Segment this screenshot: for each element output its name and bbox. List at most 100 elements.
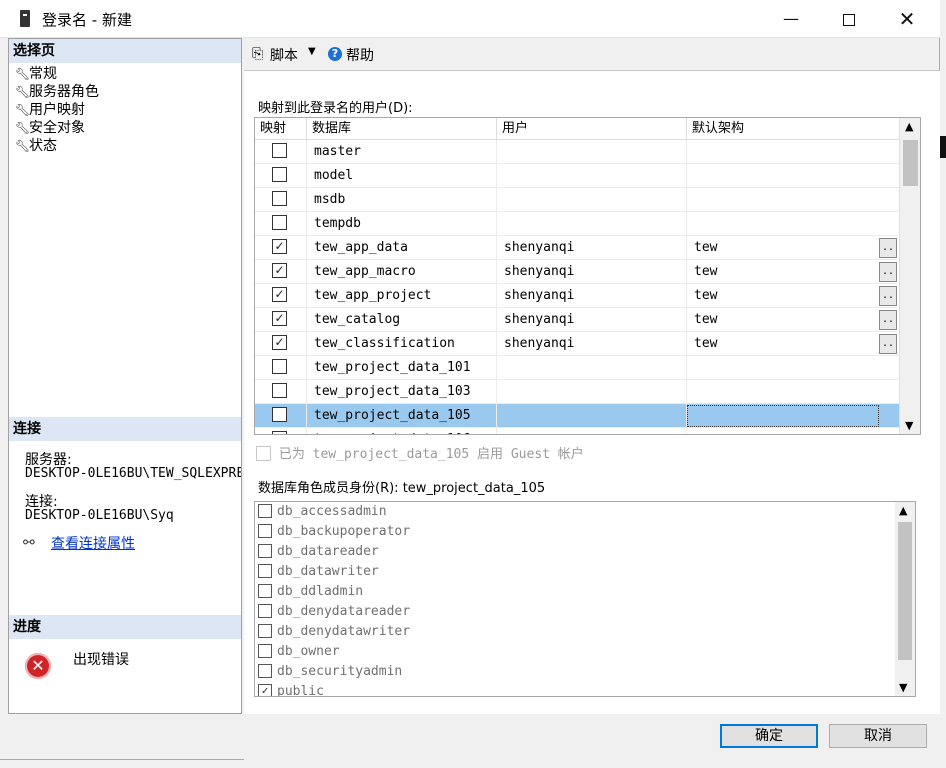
page-item-securables[interactable]: 🔧︎安全对象 — [15, 119, 85, 137]
ok-button[interactable]: 确定 — [720, 724, 818, 748]
table-row[interactable]: msdb — [255, 188, 899, 212]
column-header-schema[interactable]: 默认架构 — [687, 118, 899, 140]
user-cell[interactable] — [497, 428, 687, 434]
map-checkbox[interactable]: ✓ — [272, 311, 287, 326]
scroll-up-icon[interactable]: ▲ — [899, 504, 907, 517]
page-item-status[interactable]: 🔧︎状态 — [15, 137, 57, 155]
page-item-server-roles[interactable]: 🔧︎服务器角色 — [15, 83, 99, 101]
role-checkbox[interactable] — [258, 503, 272, 518]
list-item[interactable]: db_datawriter — [258, 562, 379, 582]
list-item[interactable]: db_securityadmin — [258, 662, 402, 682]
schema-browse-button[interactable]: .. — [879, 238, 897, 258]
role-checkbox[interactable] — [258, 663, 272, 678]
column-header-map[interactable]: 映射 — [255, 118, 307, 140]
maximize-button[interactable] — [820, 0, 878, 38]
table-row[interactable]: tew_project_data_103 — [255, 380, 899, 404]
map-checkbox[interactable] — [272, 191, 287, 206]
schema-browse-button[interactable]: .. — [879, 310, 897, 330]
role-checkbox[interactable] — [258, 543, 272, 558]
table-row-selected[interactable]: tew_project_data_105 — [255, 404, 899, 428]
view-connection-properties-link[interactable]: 查看连接属性 — [51, 533, 135, 553]
schema-browse-button[interactable]: .. — [879, 262, 897, 282]
table-row[interactable]: ✓ tew_app_data shenyanqi tew.. — [255, 236, 899, 260]
role-checkbox[interactable] — [258, 603, 272, 618]
user-cell[interactable] — [497, 188, 687, 212]
schema-browse-button[interactable]: .. — [879, 334, 897, 354]
scroll-down-icon[interactable]: ▼ — [899, 681, 907, 694]
map-checkbox[interactable] — [272, 167, 287, 182]
scroll-thumb[interactable] — [903, 140, 918, 186]
title-bar[interactable]: 登录名 - 新建 — ✕ — [0, 0, 940, 38]
list-item[interactable]: db_owner — [258, 642, 340, 662]
user-cell[interactable]: shenyanqi — [497, 260, 687, 284]
map-checkbox[interactable]: ✓ — [272, 263, 287, 278]
script-dropdown-arrow-icon[interactable]: ▼ — [308, 46, 316, 57]
user-cell[interactable]: shenyanqi — [497, 236, 687, 260]
schema-cell[interactable] — [687, 188, 899, 212]
cancel-button[interactable]: 取消 — [829, 724, 927, 748]
scroll-thumb[interactable] — [898, 522, 912, 660]
user-cell[interactable] — [497, 164, 687, 188]
schema-cell[interactable]: tew.. — [687, 308, 899, 332]
role-membership-list[interactable]: db_accessadmin db_backupoperator db_data… — [254, 501, 916, 697]
map-checkbox[interactable] — [272, 143, 287, 158]
user-cell[interactable] — [497, 212, 687, 236]
table-row[interactable]: ✓ tew_classification shenyanqi tew.. — [255, 332, 899, 356]
schema-cell[interactable]: tew.. — [687, 284, 899, 308]
user-cell[interactable] — [497, 356, 687, 380]
role-checkbox[interactable] — [258, 583, 272, 598]
role-checkbox[interactable] — [258, 623, 272, 638]
schema-cell[interactable]: tew.. — [687, 236, 899, 260]
page-item-user-mapping[interactable]: 🔧︎用户映射 — [15, 101, 85, 119]
user-cell[interactable] — [497, 140, 687, 164]
user-cell[interactable] — [497, 404, 687, 428]
map-checkbox[interactable]: ✓ — [272, 335, 287, 350]
table-row[interactable]: ✓ tew_app_project shenyanqi tew.. — [255, 284, 899, 308]
table-row[interactable]: tew_project_data_106 — [255, 428, 899, 434]
map-checkbox[interactable]: ✓ — [272, 287, 287, 302]
table-row[interactable]: tew_project_data_101 — [255, 356, 899, 380]
map-checkbox[interactable] — [272, 359, 287, 374]
role-checkbox[interactable] — [258, 523, 272, 538]
map-checkbox[interactable] — [272, 215, 287, 230]
map-checkbox[interactable] — [272, 383, 287, 398]
role-checkbox[interactable] — [258, 563, 272, 578]
list-item[interactable]: db_accessadmin — [258, 502, 387, 522]
script-button[interactable]: 脚本 — [270, 45, 298, 65]
user-cell[interactable]: shenyanqi — [497, 284, 687, 308]
schema-cell[interactable]: tew.. — [687, 332, 899, 356]
schema-cell[interactable]: tew.. — [687, 260, 899, 284]
schema-cell[interactable] — [687, 428, 899, 434]
column-header-database[interactable]: 数据库 — [307, 118, 497, 140]
schema-cell[interactable] — [687, 212, 899, 236]
table-row[interactable]: ✓ tew_catalog shenyanqi tew.. — [255, 308, 899, 332]
scroll-up-icon[interactable]: ▲ — [905, 120, 913, 133]
schema-cell[interactable] — [687, 356, 899, 380]
roles-scrollbar[interactable]: ▲ ▼ — [895, 502, 915, 696]
list-item[interactable]: db_denydatareader — [258, 602, 410, 622]
column-header-user[interactable]: 用户 — [497, 118, 687, 140]
role-checkbox[interactable]: ✓ — [258, 683, 272, 696]
user-cell[interactable] — [497, 380, 687, 404]
user-cell[interactable]: shenyanqi — [497, 308, 687, 332]
minimize-button[interactable]: — — [762, 0, 820, 38]
close-button[interactable]: ✕ — [878, 0, 936, 38]
map-checkbox[interactable]: ✓ — [272, 239, 287, 254]
role-checkbox[interactable] — [258, 643, 272, 658]
list-item[interactable]: db_ddladmin — [258, 582, 363, 602]
scroll-down-icon[interactable]: ▼ — [905, 419, 913, 432]
schema-cell[interactable] — [687, 140, 899, 164]
schema-browse-button[interactable]: .. — [879, 286, 897, 306]
table-row[interactable]: master — [255, 140, 899, 164]
page-item-general[interactable]: 🔧︎常规 — [15, 65, 57, 83]
table-row[interactable]: ✓ tew_app_macro shenyanqi tew.. — [255, 260, 899, 284]
list-item[interactable]: db_backupoperator — [258, 522, 410, 542]
users-grid[interactable]: 映射 数据库 用户 默认架构 master model msdb tempdb … — [254, 117, 921, 435]
list-item[interactable]: db_denydatawriter — [258, 622, 410, 642]
table-row[interactable]: model — [255, 164, 899, 188]
map-checkbox[interactable] — [272, 431, 287, 434]
schema-cell[interactable] — [687, 164, 899, 188]
grid-scrollbar[interactable]: ▲ ▼ — [899, 118, 920, 434]
schema-cell[interactable] — [687, 380, 899, 404]
list-item[interactable]: db_datareader — [258, 542, 379, 562]
